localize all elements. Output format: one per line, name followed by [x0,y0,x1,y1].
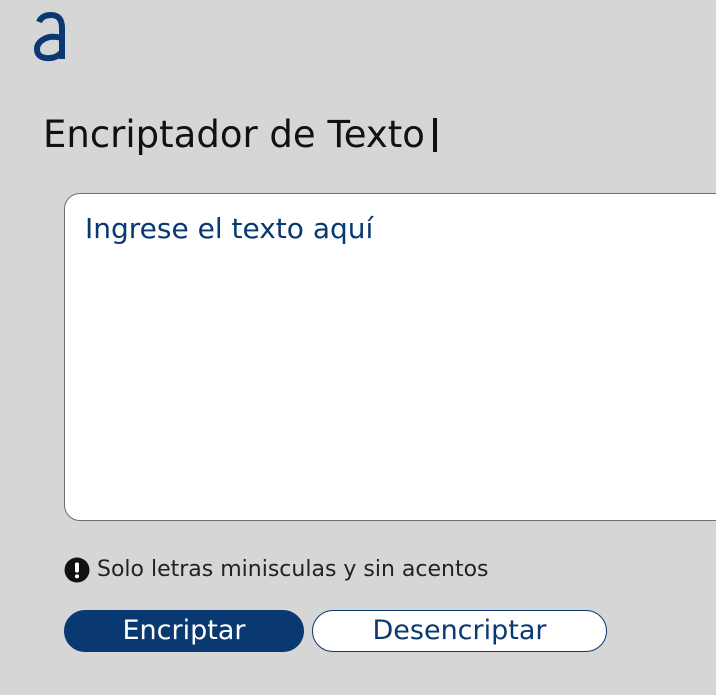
exclamation-circle-icon [64,557,90,583]
input-hint: Solo letras miniscula​s y sin acentos [64,556,489,584]
decrypt-button[interactable]: Desencriptar [312,610,607,652]
text-input[interactable] [64,193,716,521]
page-title: Encriptador de Texto [43,112,437,158]
brand-logo-icon [33,12,65,62]
hint-text: Solo letras miniscula​s y sin acentos [97,557,489,582]
page-title-text: Encriptador de Texto [43,113,425,156]
encrypt-button[interactable]: Encriptar [64,610,304,652]
text-cursor [432,118,437,152]
